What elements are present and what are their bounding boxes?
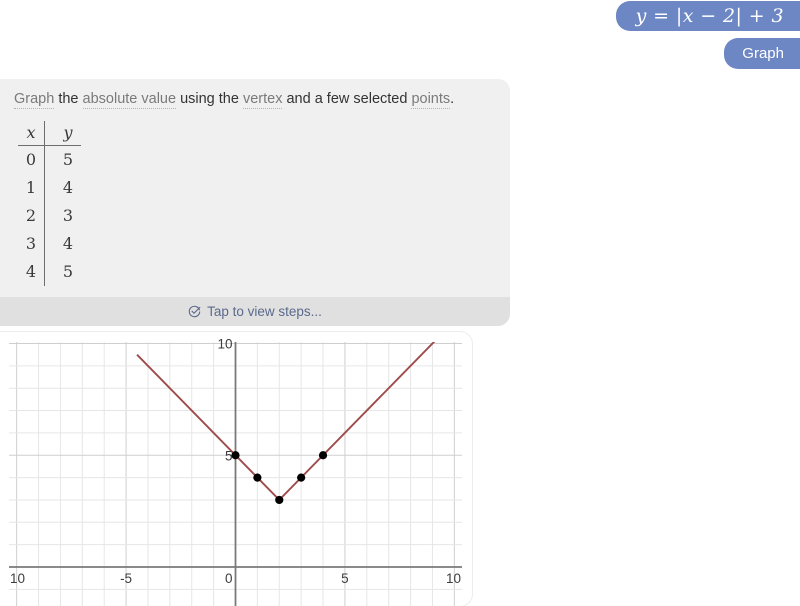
table-header-row: x y [18,121,81,146]
plotted-point[interactable] [318,451,328,460]
graph-panel[interactable]: 10 -5 0 5 10 10 5 [0,332,472,606]
coordinate-plane[interactable]: 10 -5 0 5 10 10 5 [0,332,472,606]
cell-x: 2 [25,206,37,225]
plot-area [9,342,462,606]
cell-x: 0 [25,150,37,169]
cell-x: 1 [25,178,37,197]
table-row: 0 5 [18,145,81,174]
check-circle-icon [188,305,201,318]
cell-x: 3 [25,234,37,253]
equation-display: y = |x − 2| + 3 [615,1,800,31]
cell-x: 4 [25,262,37,281]
instruction-text-part: . [450,91,455,107]
plotted-point[interactable] [297,473,306,482]
header-bar: y = |x − 2| + 3 Graph [0,0,800,72]
plotted-point[interactable] [275,495,284,505]
function-curve [136,342,436,502]
glossary-term[interactable]: vertex [242,91,283,109]
graph-button[interactable]: Graph [724,38,800,69]
instruction-text-part: using the [176,91,243,107]
instruction-text-part: the [54,91,83,107]
plotted-point[interactable] [231,451,240,460]
glossary-term[interactable]: absolute value [82,91,177,109]
x-axis-tick-label: -5 [120,571,132,586]
cell-y: 5 [44,258,81,286]
table-row: 3 4 [18,230,81,258]
tap-to-view-steps-label: Tap to view steps... [207,304,322,319]
column-header-x: x [18,121,45,146]
table-row: 2 3 [18,202,81,230]
column-header-y: y [44,121,81,146]
x-axis-tick-label: 0 [225,571,233,586]
cell-y: 3 [44,202,81,230]
cell-y: 4 [44,230,81,258]
y-axis-tick-label: 5 [225,448,233,463]
cell-y: 5 [44,145,81,174]
tap-to-view-steps-button[interactable]: Tap to view steps... [0,297,510,326]
plotted-point[interactable] [253,473,262,482]
cell-y: 4 [44,174,81,202]
x-axis-tick-label: 5 [341,571,349,586]
y-axis-tick-label: 10 [217,337,232,352]
answer-card: Graph the absolute value using the verte… [0,79,510,326]
x-axis-tick-label: 10 [446,571,461,586]
value-table: x y 0 5 1 4 2 3 3 4 4 5 [18,121,81,286]
glossary-term[interactable]: points [411,91,451,109]
value-table-body: 0 5 1 4 2 3 3 4 4 5 [18,145,81,286]
table-row: 1 4 [18,174,81,202]
instruction-text: Graph the absolute value using the verte… [14,91,455,109]
instruction-text-part: and a few selected [282,91,412,107]
table-row: 4 5 [18,258,81,286]
x-axis-tick-label: 10 [10,571,25,586]
glossary-term[interactable]: Graph [14,91,55,109]
